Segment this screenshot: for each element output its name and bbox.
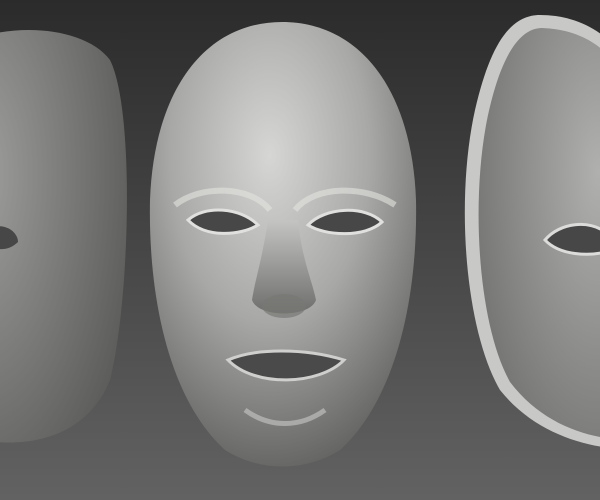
mask-left [0,30,127,443]
render-viewport [0,0,600,500]
mask-center [149,22,417,467]
